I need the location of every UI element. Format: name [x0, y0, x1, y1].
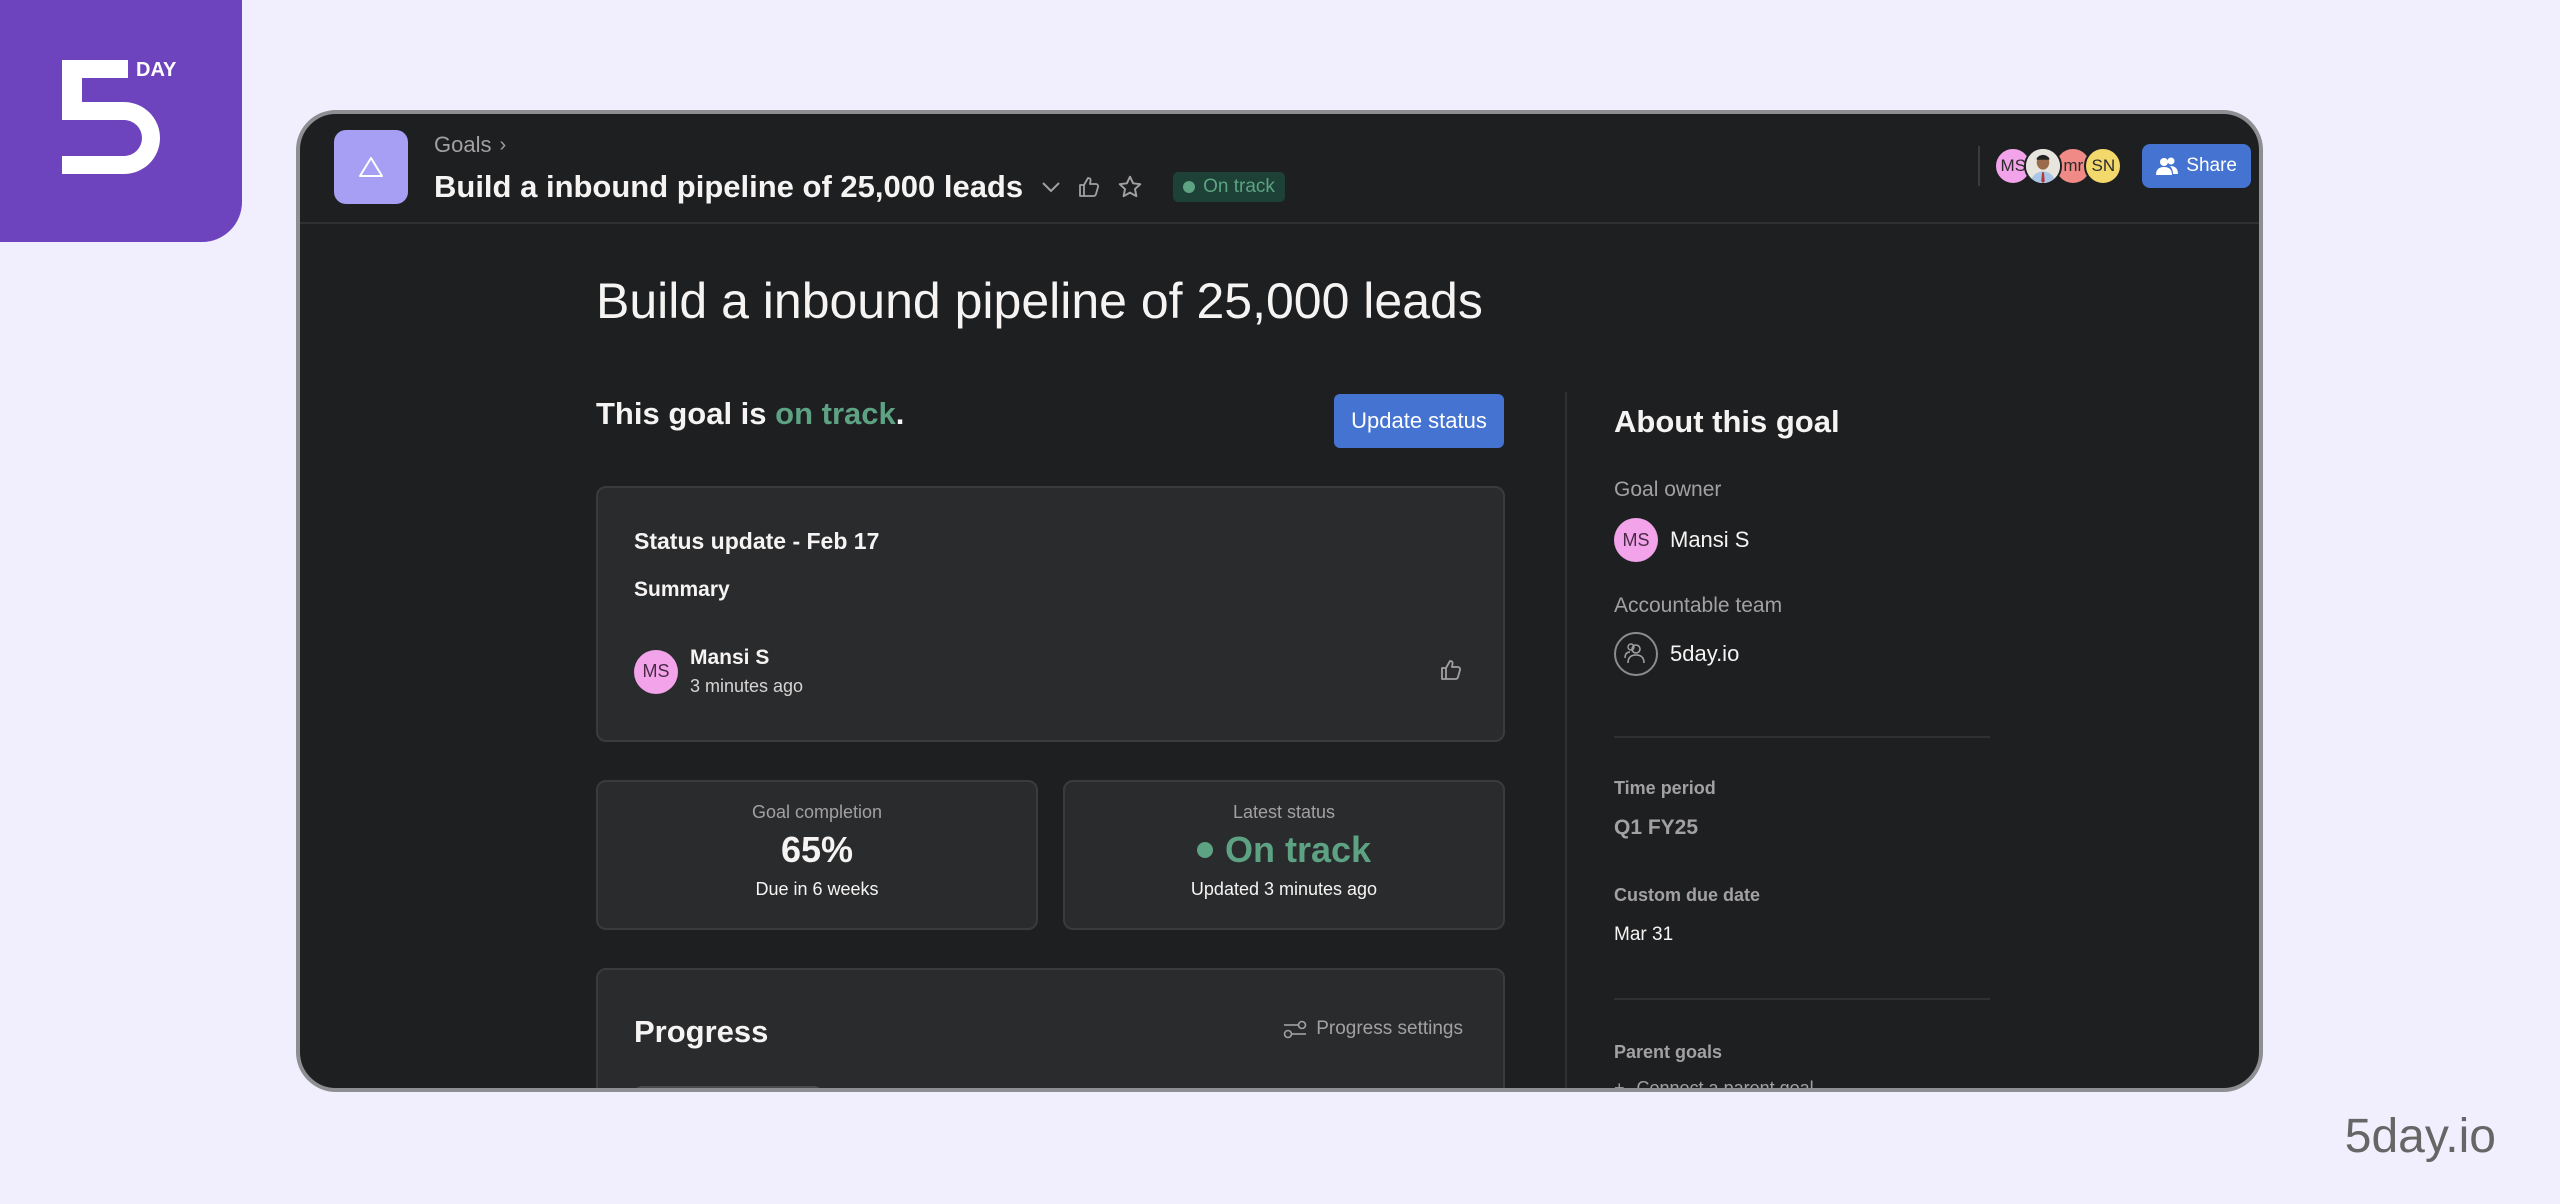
status-update-author: MS Mansi S 3 minutes ago — [634, 646, 803, 697]
time-period-label: Time period — [1614, 778, 1716, 798]
page-title: Build a inbound pipeline of 25,000 leads — [596, 273, 1483, 329]
person-photo-icon — [2026, 149, 2061, 183]
accountable-team[interactable]: 5day.io — [1614, 632, 1739, 676]
goal-icon-tile — [334, 130, 408, 204]
app-window: Goals › Build a inbound pipeline of 25,0… — [296, 110, 2263, 1092]
metric-label: Goal completion — [751, 802, 883, 822]
triangle-icon — [359, 157, 383, 177]
metric-sub: Updated 3 minutes ago — [1190, 879, 1378, 899]
parent-goals-label: Parent goals — [1614, 1042, 1723, 1062]
avatar: MS — [1614, 518, 1658, 562]
brand-logo: DAY — [0, 0, 242, 242]
divider — [1614, 998, 1990, 1000]
avatar-photo[interactable] — [2024, 147, 2063, 185]
thumbs-up-icon[interactable] — [1439, 658, 1463, 682]
progress-card: Progress Progress settings + Update — [596, 968, 1505, 1088]
brand-footer: 5day.io — [2344, 1110, 2496, 1163]
connect-parent-goal-link[interactable]: + Connect a parent goal — [1614, 1078, 1814, 1092]
status-dot-icon — [1196, 842, 1213, 858]
due-date-value[interactable]: Mar 31 — [1614, 924, 1673, 946]
status-update-title: Status update - Feb 17 — [634, 528, 880, 554]
chevron-right-icon: › — [499, 133, 507, 156]
breadcrumb-goals-link[interactable]: Goals — [434, 132, 491, 158]
update-status-button[interactable]: Update status — [1334, 394, 1504, 448]
plus-icon: + — [1614, 1078, 1625, 1092]
goal-owner[interactable]: MS Mansi S — [1614, 518, 1749, 562]
share-button[interactable]: Share — [2142, 144, 2251, 188]
status-badge[interactable]: On track — [1173, 172, 1285, 202]
accountable-team-label: Accountable team — [1614, 594, 1783, 617]
goal-completion-card: Goal completion 65% Due in 6 weeks — [596, 780, 1038, 930]
five-day-logo-icon: DAY — [62, 59, 177, 174]
topbar-title-row: Build a inbound pipeline of 25,000 leads… — [434, 166, 1285, 208]
progress-settings-label: Progress settings — [1316, 1018, 1463, 1039]
avatar[interactable]: SN — [2084, 147, 2123, 185]
status-dot-icon — [1183, 181, 1196, 193]
member-avatars[interactable]: MS mr SN — [1994, 147, 2123, 185]
status-suffix: . — [895, 396, 905, 431]
topbar-goal-title: Build a inbound pipeline of 25,000 leads — [434, 169, 1024, 204]
time-period-value[interactable]: Q1 FY25 — [1614, 816, 1698, 840]
metric-label: Latest status — [1232, 802, 1336, 822]
chevron-down-icon[interactable] — [1041, 181, 1061, 193]
progress-update-button[interactable]: + Update — [634, 1086, 822, 1088]
goal-status-line: This goal is on track. — [596, 396, 904, 432]
progress-title: Progress — [634, 1014, 769, 1049]
owner-name: Mansi S — [1670, 527, 1750, 552]
column-divider — [1565, 392, 1567, 1088]
team-name: 5day.io — [1670, 641, 1740, 666]
status-update-card[interactable]: Status update - Feb 17 Summary MS Mansi … — [596, 486, 1505, 742]
team-icon — [1614, 632, 1658, 676]
latest-status-text: On track — [1224, 829, 1372, 870]
divider — [1614, 736, 1990, 738]
metric-sub: Due in 6 weeks — [755, 879, 879, 899]
connect-parent-label: Connect a parent goal — [1636, 1078, 1814, 1092]
topbar-right: MS mr SN Share — [1978, 144, 2251, 188]
people-icon — [2156, 157, 2179, 175]
due-date-label: Custom due date — [1614, 885, 1761, 905]
completion-value: 65% — [780, 829, 854, 870]
latest-status-card: Latest status On track Updated 3 minutes… — [1063, 780, 1505, 930]
author-time: 3 minutes ago — [690, 676, 804, 696]
status-word: on track — [775, 396, 896, 431]
share-label: Share — [2186, 155, 2237, 176]
progress-settings-button[interactable]: Progress settings — [1282, 1018, 1463, 1040]
author-name[interactable]: Mansi S — [690, 646, 803, 670]
latest-status-value: On track — [1065, 829, 1503, 871]
goal-owner-label: Goal owner — [1614, 478, 1722, 501]
svg-text:DAY: DAY — [136, 59, 177, 81]
status-badge-label: On track — [1203, 176, 1275, 197]
top-bar: Goals › Build a inbound pipeline of 25,0… — [300, 114, 2259, 224]
breadcrumb: Goals › — [434, 132, 506, 158]
avatar[interactable]: MS — [634, 649, 678, 694]
status-prefix: This goal is — [596, 396, 776, 431]
thumbs-up-icon[interactable] — [1077, 175, 1101, 199]
sliders-icon — [1283, 1020, 1307, 1039]
divider — [1978, 146, 1981, 186]
star-icon[interactable] — [1117, 174, 1143, 200]
status-update-summary: Summary — [634, 578, 730, 601]
about-title: About this goal — [1614, 404, 1840, 439]
